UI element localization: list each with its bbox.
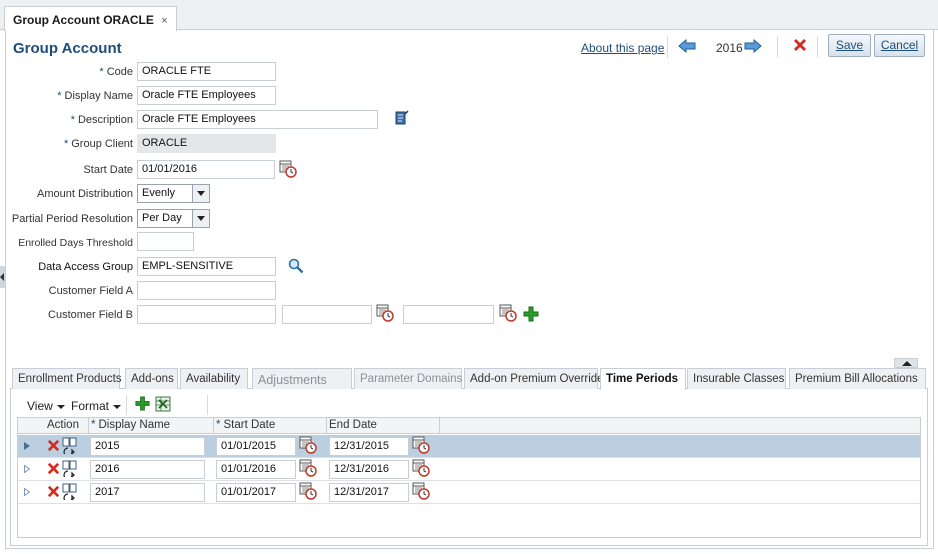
customer-field-b-label: Customer Field B <box>48 309 133 321</box>
tab-parameter-domains[interactable]: Parameter Domains <box>354 368 462 389</box>
code-label: * Code <box>99 66 133 78</box>
display-name-cell[interactable]: 2015 <box>90 437 205 456</box>
partial-period-resolution-value: Per Day <box>142 212 182 224</box>
page-title: Group Account <box>13 40 122 57</box>
tab-availability[interactable]: Availability <box>180 368 248 389</box>
description-field[interactable]: Oracle FTE Employees <box>137 110 378 129</box>
start-date-field[interactable]: 01/01/2016 <box>137 160 275 179</box>
table-toolbar-separator <box>126 395 127 415</box>
start-date-cell[interactable]: 01/01/2016 <box>216 460 296 479</box>
arrow-left-icon[interactable] <box>678 39 696 53</box>
arrow-right-icon[interactable] <box>744 39 762 53</box>
row-copy-icon[interactable] <box>62 460 78 477</box>
row-delete-icon[interactable] <box>46 438 61 453</box>
column-separator <box>326 418 327 434</box>
partial-period-resolution-label: Partial Period Resolution <box>11 213 133 225</box>
tab-premium-bill-allocations[interactable]: Premium Bill Allocations <box>789 368 926 389</box>
group-client-field: ORACLE <box>137 134 276 153</box>
customer-field-b-date-from[interactable] <box>282 305 372 324</box>
calendar-icon[interactable] <box>279 160 297 178</box>
calendar-icon[interactable] <box>412 436 430 454</box>
view-menu[interactable]: View <box>27 399 65 413</box>
search-icon[interactable] <box>288 258 304 274</box>
row-expand-icon[interactable] <box>24 488 30 496</box>
display-name-cell[interactable]: 2017 <box>90 483 205 502</box>
data-access-group-field[interactable]: EMPL-SENSITIVE <box>137 257 276 276</box>
customer-field-a-label: Customer Field A <box>48 285 133 297</box>
end-date-cell[interactable]: 12/31/2017 <box>329 483 409 502</box>
column-separator <box>88 418 89 434</box>
row-delete-icon[interactable] <box>46 484 61 499</box>
format-menu[interactable]: Format <box>71 399 122 413</box>
chevron-down-icon <box>56 404 65 409</box>
toolbar-separator <box>817 36 818 58</box>
row-expand-icon[interactable] <box>24 465 30 473</box>
column-separator <box>213 418 214 434</box>
row-delete-icon[interactable] <box>46 461 61 476</box>
partial-period-resolution-select[interactable]: Per Day <box>137 209 210 228</box>
tab-enrollment-products[interactable]: Enrollment Products <box>12 368 122 389</box>
calendar-icon[interactable] <box>499 304 517 322</box>
display-name-field[interactable]: Oracle FTE Employees <box>137 86 276 105</box>
enrolled-days-threshold-field[interactable] <box>137 232 194 251</box>
customer-field-b-input[interactable] <box>137 305 276 324</box>
column-header-display-name[interactable]: * Display Name <box>91 419 170 431</box>
calendar-icon[interactable] <box>412 482 430 500</box>
close-icon[interactable]: × <box>161 15 167 27</box>
calendar-icon[interactable] <box>376 304 394 322</box>
calendar-icon[interactable] <box>299 436 317 454</box>
start-date-label: Start Date <box>83 164 133 176</box>
add-icon[interactable] <box>523 306 539 322</box>
column-header-start-date[interactable]: * Start Date <box>216 419 275 431</box>
amount-distribution-label: Amount Distribution <box>37 188 133 200</box>
column-separator <box>439 418 440 434</box>
chevron-down-icon[interactable] <box>192 185 209 202</box>
tab-add-on-premium-overrides[interactable]: Add-on Premium Overrides <box>464 368 609 389</box>
notes-icon[interactable] <box>393 110 409 126</box>
row-copy-icon[interactable] <box>62 483 78 500</box>
add-icon[interactable] <box>135 396 150 411</box>
group-client-label: * Group Client <box>63 138 133 150</box>
splitter-collapse-button[interactable] <box>894 358 918 368</box>
toolbar-separator <box>777 36 778 58</box>
amount-distribution-value: Evenly <box>142 187 176 199</box>
enrolled-days-threshold-label: Enrolled Days Threshold <box>18 237 133 249</box>
display-name-cell[interactable]: 2016 <box>90 460 205 479</box>
year-label: 2016 <box>716 41 743 55</box>
column-header-action: Action <box>47 419 79 431</box>
start-date-cell[interactable]: 01/01/2015 <box>216 437 296 456</box>
calendar-icon[interactable] <box>299 482 317 500</box>
description-label: * Description <box>70 114 133 126</box>
toolbar-separator <box>667 36 668 58</box>
about-this-page-link[interactable]: About this page <box>581 41 664 55</box>
code-field[interactable]: ORACLE FTE <box>137 62 276 81</box>
tab-adjustments[interactable]: Adjustments <box>252 368 352 389</box>
document-tab-label: Group Account ORACLE <box>13 13 154 27</box>
start-date-cell[interactable]: 01/01/2017 <box>216 483 296 502</box>
calendar-icon[interactable] <box>299 459 317 477</box>
end-date-cell[interactable]: 12/31/2016 <box>329 460 409 479</box>
chevron-down-icon <box>113 404 122 409</box>
customer-field-a-input[interactable] <box>137 281 276 300</box>
cancel-button[interactable]: Cancel <box>874 34 925 57</box>
tab-time-periods[interactable]: Time Periods <box>600 368 686 390</box>
tab-add-ons[interactable]: Add-ons <box>125 368 178 389</box>
document-tab-group-account[interactable]: Group Account ORACLE × <box>4 6 177 31</box>
row-expand-icon[interactable] <box>24 442 30 450</box>
row-copy-icon[interactable] <box>62 437 78 454</box>
export-excel-icon[interactable] <box>155 396 171 412</box>
chevron-down-icon[interactable] <box>192 210 209 227</box>
column-header-end-date[interactable]: End Date <box>329 419 377 431</box>
left-collapse-handle[interactable] <box>0 266 5 288</box>
data-access-group-label: Data Access Group <box>38 261 133 273</box>
amount-distribution-select[interactable]: Evenly <box>137 184 210 203</box>
display-name-label: * Display Name <box>57 90 133 102</box>
save-button[interactable]: Save <box>828 34 871 57</box>
customer-field-b-date-to[interactable] <box>403 305 494 324</box>
calendar-icon[interactable] <box>412 459 430 477</box>
tab-insurable-classes[interactable]: Insurable Classes <box>687 368 786 389</box>
delete-icon[interactable] <box>792 37 808 53</box>
end-date-cell[interactable]: 12/31/2015 <box>329 437 409 456</box>
table-toolbar-separator <box>207 395 208 415</box>
